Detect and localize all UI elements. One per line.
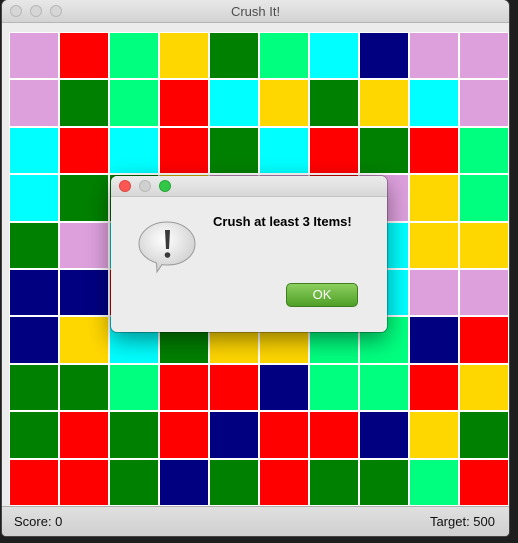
board-tile-red[interactable] bbox=[309, 126, 359, 175]
board-tile-green[interactable] bbox=[209, 32, 259, 80]
board-tile-red[interactable] bbox=[59, 411, 109, 459]
board-tile-green[interactable] bbox=[459, 411, 509, 459]
board-tile-red[interactable] bbox=[459, 316, 509, 364]
board-tile-cyan[interactable] bbox=[9, 126, 59, 175]
board-tile-green[interactable] bbox=[9, 363, 59, 412]
board-tile-pink[interactable] bbox=[459, 268, 509, 317]
board-tile-red[interactable] bbox=[209, 363, 259, 412]
window-title: Crush It! bbox=[230, 4, 281, 19]
window-titlebar[interactable]: Crush It! bbox=[2, 0, 509, 23]
board-tile-pink[interactable] bbox=[459, 32, 509, 80]
board-tile-red[interactable] bbox=[259, 411, 309, 459]
board-tile-pink[interactable] bbox=[9, 32, 59, 80]
board-tile-navy[interactable] bbox=[359, 32, 409, 80]
board-tile-cyan[interactable] bbox=[209, 79, 259, 127]
alert-dialog: Crush at least 3 Items! OK bbox=[111, 176, 387, 332]
board-tile-navy[interactable] bbox=[9, 268, 59, 317]
board-tile-mint[interactable] bbox=[409, 458, 459, 506]
board-tile-yellow[interactable] bbox=[59, 316, 109, 364]
ok-button[interactable]: OK bbox=[286, 283, 358, 307]
board-tile-green[interactable] bbox=[59, 174, 109, 222]
board-tile-navy[interactable] bbox=[159, 458, 209, 506]
board-tile-green[interactable] bbox=[9, 221, 59, 269]
board-tile-yellow[interactable] bbox=[159, 32, 209, 80]
board-tile-yellow[interactable] bbox=[459, 363, 509, 412]
board-tile-red[interactable] bbox=[59, 32, 109, 80]
board-tile-red[interactable] bbox=[59, 126, 109, 175]
score-label: Score: 0 bbox=[14, 514, 63, 529]
board-tile-green[interactable] bbox=[209, 458, 259, 506]
board-tile-cyan[interactable] bbox=[409, 79, 459, 127]
board-tile-navy[interactable] bbox=[259, 363, 309, 412]
board-tile-red[interactable] bbox=[409, 363, 459, 412]
exclamation-speech-bubble-icon bbox=[135, 218, 199, 276]
board-tile-cyan[interactable] bbox=[9, 174, 59, 222]
board-tile-cyan[interactable] bbox=[309, 32, 359, 80]
board-tile-pink[interactable] bbox=[59, 221, 109, 269]
board-tile-mint[interactable] bbox=[109, 363, 159, 412]
board-tile-navy[interactable] bbox=[359, 411, 409, 459]
board-tile-green[interactable] bbox=[109, 458, 159, 506]
board-tile-mint[interactable] bbox=[459, 126, 509, 175]
board-tile-pink[interactable] bbox=[409, 32, 459, 80]
board-tile-green[interactable] bbox=[309, 79, 359, 127]
board-tile-navy[interactable] bbox=[9, 316, 59, 364]
board-tile-pink[interactable] bbox=[409, 268, 459, 317]
board-tile-yellow[interactable] bbox=[259, 79, 309, 127]
board-tile-yellow[interactable] bbox=[359, 79, 409, 127]
board-tile-mint[interactable] bbox=[359, 363, 409, 412]
board-tile-yellow[interactable] bbox=[409, 411, 459, 459]
board-tile-cyan[interactable] bbox=[109, 126, 159, 175]
board-tile-green[interactable] bbox=[59, 79, 109, 127]
board-tile-red[interactable] bbox=[159, 363, 209, 412]
board-tile-red[interactable] bbox=[159, 411, 209, 459]
board-tile-green[interactable] bbox=[359, 458, 409, 506]
board-tile-mint[interactable] bbox=[109, 32, 159, 80]
board-tile-red[interactable] bbox=[259, 458, 309, 506]
board-tile-green[interactable] bbox=[59, 363, 109, 412]
board-tile-mint[interactable] bbox=[459, 174, 509, 222]
board-tile-red[interactable] bbox=[159, 126, 209, 175]
board-tile-red[interactable] bbox=[459, 458, 509, 506]
board-tile-green[interactable] bbox=[209, 126, 259, 175]
board-tile-cyan[interactable] bbox=[259, 126, 309, 175]
board-tile-mint[interactable] bbox=[109, 79, 159, 127]
board-tile-navy[interactable] bbox=[209, 411, 259, 459]
board-tile-red[interactable] bbox=[409, 126, 459, 175]
dialog-zoom-button[interactable] bbox=[159, 180, 171, 192]
board-tile-red[interactable] bbox=[9, 458, 59, 506]
status-bar: Score: 0 Target: 500 bbox=[2, 506, 509, 536]
dialog-titlebar[interactable] bbox=[111, 176, 387, 197]
board-tile-red[interactable] bbox=[309, 411, 359, 459]
board-tile-green[interactable] bbox=[9, 411, 59, 459]
board-tile-red[interactable] bbox=[59, 458, 109, 506]
board-tile-pink[interactable] bbox=[459, 79, 509, 127]
board-tile-pink[interactable] bbox=[9, 79, 59, 127]
board-tile-navy[interactable] bbox=[409, 316, 459, 364]
board-tile-green[interactable] bbox=[309, 458, 359, 506]
board-tile-yellow[interactable] bbox=[409, 174, 459, 222]
dialog-close-button[interactable] bbox=[119, 180, 131, 192]
dialog-message: Crush at least 3 Items! bbox=[213, 214, 352, 229]
board-tile-mint[interactable] bbox=[309, 363, 359, 412]
board-tile-green[interactable] bbox=[109, 411, 159, 459]
board-tile-yellow[interactable] bbox=[459, 221, 509, 269]
board-tile-red[interactable] bbox=[159, 79, 209, 127]
target-label: Target: 500 bbox=[429, 514, 495, 529]
board-tile-green[interactable] bbox=[359, 126, 409, 175]
dialog-minimize-button[interactable] bbox=[139, 180, 151, 192]
board-tile-mint[interactable] bbox=[259, 32, 309, 80]
board-tile-navy[interactable] bbox=[59, 268, 109, 317]
board-tile-yellow[interactable] bbox=[409, 221, 459, 269]
